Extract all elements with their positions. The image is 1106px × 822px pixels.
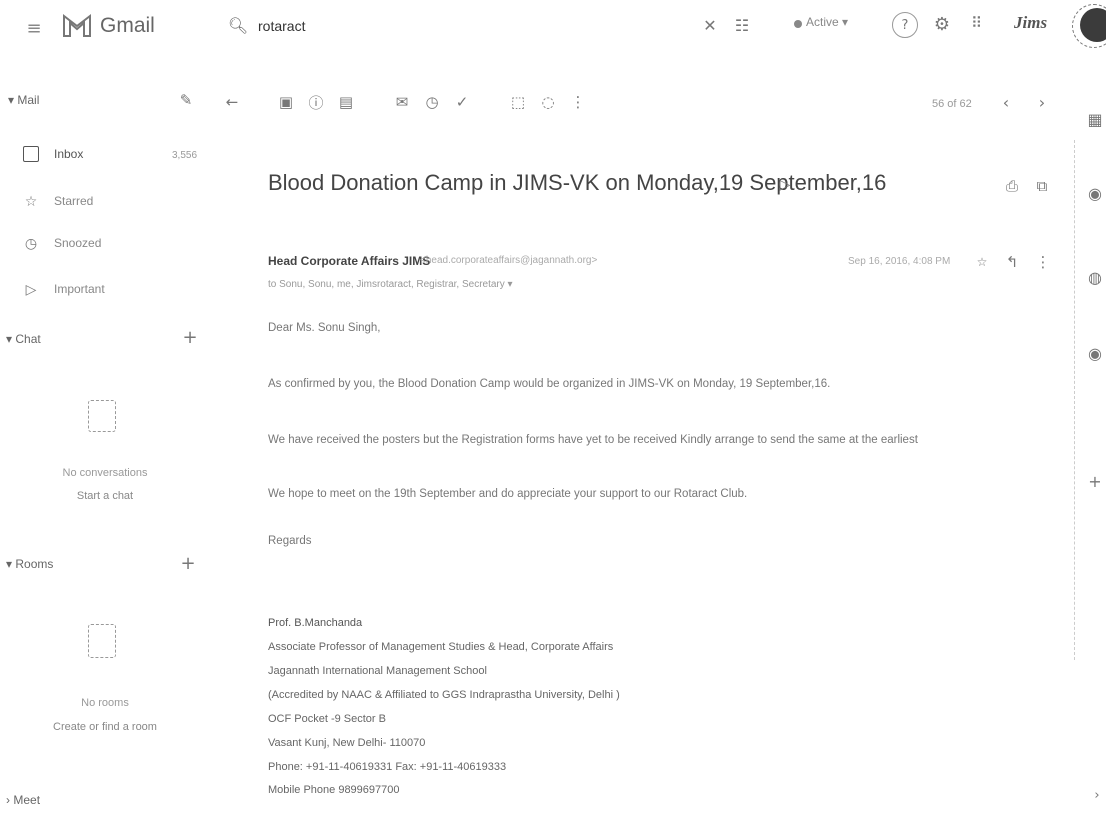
new-chat-icon[interactable]: + — [180, 327, 200, 348]
signature-name: Prof. B.Manchanda — [268, 617, 363, 629]
new-window-icon[interactable]: ⧉ — [1032, 176, 1052, 196]
avatar[interactable] — [1080, 8, 1106, 42]
sidebar-item-label: Inbox — [54, 147, 84, 161]
main-menu-icon[interactable]: ≡ — [22, 16, 46, 40]
tasks-icon[interactable]: ◍ — [1084, 266, 1106, 288]
email-greeting: Dear Ms. Sonu Singh, — [268, 322, 381, 334]
signature-line: Mobile Phone 9899697700 — [268, 784, 400, 796]
sender-email: <head.corporateaffairs@jagannath.org> — [420, 255, 598, 266]
rooms-empty-text: No rooms — [81, 697, 129, 709]
star-icon: ☆ — [24, 192, 38, 209]
status-dot — [794, 20, 802, 28]
gmail-logo-icon[interactable] — [60, 8, 94, 42]
new-room-icon[interactable]: + — [178, 553, 198, 574]
newer-icon[interactable]: ‹ — [996, 92, 1016, 112]
app-name: Gmail — [100, 14, 155, 37]
mail-section-label: Mail — [17, 93, 40, 107]
inbox-icon — [22, 145, 40, 163]
message-more-icon[interactable]: ⋮ — [1036, 252, 1051, 272]
add-addon-icon[interactable]: + — [1084, 470, 1106, 492]
pagination-text: 56 of 62 — [932, 98, 972, 110]
signature-line: Jagannath International Management Schoo… — [268, 665, 487, 677]
help-icon[interactable]: ? — [892, 12, 918, 38]
recipients-text: to Sonu, Sonu, me, Jimsrotaract, Registr… — [268, 279, 505, 290]
delete-icon[interactable]: ▤ — [336, 92, 356, 112]
sidebar-item-label: Snoozed — [54, 236, 102, 250]
rooms-empty-illustration — [88, 624, 116, 658]
rooms-section-label: Rooms — [15, 557, 54, 571]
move-to-icon[interactable]: ⬚ — [508, 92, 528, 112]
create-room-link[interactable]: Create or find a room — [0, 721, 210, 733]
start-chat-link[interactable]: Start a chat — [0, 490, 210, 502]
back-icon[interactable]: ← — [222, 92, 242, 112]
add-task-icon[interactable]: ✓ — [452, 92, 472, 112]
meet-section-header[interactable]: › Meet — [6, 793, 40, 807]
calendar-icon[interactable]: ▦ — [1084, 108, 1106, 130]
signature-line: Phone: +91-11-40619331 Fax: +91-11-40619… — [268, 761, 507, 773]
clock-icon: ◷ — [24, 234, 38, 251]
chat-empty-text: No conversations — [62, 467, 148, 479]
signature-line: (Accredited by NAAC & Affiliated to GGS … — [268, 689, 620, 701]
email-body-line: As confirmed by you, the Blood Donation … — [268, 378, 831, 390]
status-dropdown[interactable]: Active ▾ — [806, 15, 848, 29]
older-icon[interactable]: › — [1032, 92, 1052, 112]
mark-unread-icon[interactable]: ✉ — [392, 92, 412, 112]
sidebar-item-starred[interactable]: ☆ Starred — [22, 192, 94, 210]
chat-empty-illustration — [88, 400, 116, 432]
sidebar-item-inbox[interactable]: Inbox — [22, 145, 83, 163]
status-label: Active — [806, 15, 839, 29]
reply-icon[interactable]: ↰ — [1002, 252, 1022, 272]
org-logo: Jims — [1014, 13, 1048, 32]
settings-icon[interactable]: ⚙ — [930, 12, 954, 36]
snooze-icon[interactable]: ◷ — [422, 92, 442, 112]
labels-icon[interactable]: ◌ — [538, 92, 558, 112]
sidebar-item-label: Important — [54, 282, 105, 296]
search-options-icon[interactable]: ☷ — [732, 14, 752, 36]
report-spam-icon[interactable]: ⓘ — [306, 92, 326, 112]
signature-line: Associate Professor of Management Studie… — [268, 641, 614, 653]
recipients-line[interactable]: to Sonu, Sonu, me, Jimsrotaract, Registr… — [268, 279, 513, 290]
apps-grid-icon[interactable]: ⠿ — [965, 12, 987, 34]
search-icon[interactable]: 🔍︎ — [228, 14, 248, 36]
mail-section-header[interactable]: ▾ Mail — [8, 93, 39, 107]
rooms-section-header[interactable]: ▾ Rooms — [6, 557, 53, 571]
clear-search-icon[interactable]: ✕ — [700, 14, 720, 36]
compose-icon[interactable]: ✎ — [176, 90, 196, 110]
search-input[interactable] — [256, 14, 680, 38]
sender-name[interactable]: Head Corporate Affairs JIMS — [268, 254, 430, 268]
chat-section-header[interactable]: ▾ Chat — [6, 332, 41, 346]
sidebar-item-label: Starred — [54, 194, 94, 208]
inbox-count: 3,556 — [172, 150, 198, 161]
email-body-line: We have received the posters but the Reg… — [268, 434, 918, 446]
sidebar-item-important[interactable]: ▷ Important — [22, 280, 105, 298]
signature-line: OCF Pocket -9 Sector B — [268, 713, 386, 725]
archive-icon[interactable]: ▣ — [276, 92, 296, 112]
star-message-icon[interactable]: ☆ — [974, 254, 990, 270]
important-icon: ▷ — [25, 280, 37, 297]
side-panel-toggle-icon[interactable]: › — [1090, 788, 1104, 803]
contacts-icon[interactable]: ◉ — [1084, 342, 1106, 364]
side-panel-divider — [1074, 140, 1076, 660]
more-options-icon[interactable]: ⋮ — [568, 92, 588, 112]
email-regards: Regards — [268, 535, 312, 547]
chat-section-label: Chat — [15, 332, 41, 346]
email-date: Sep 16, 2016, 4:08 PM — [848, 256, 951, 267]
signature-line: Vasant Kunj, New Delhi- 110070 — [268, 737, 426, 749]
label-tag-icon[interactable]: ▷ — [776, 176, 794, 194]
email-body-line: We hope to meet on the 19th September an… — [268, 488, 748, 500]
sidebar-item-snoozed[interactable]: ◷ Snoozed — [22, 234, 101, 252]
meet-section-label: Meet — [13, 793, 41, 807]
print-icon[interactable]: ⎙ — [1002, 176, 1022, 196]
keep-icon[interactable]: ◉ — [1084, 182, 1106, 204]
